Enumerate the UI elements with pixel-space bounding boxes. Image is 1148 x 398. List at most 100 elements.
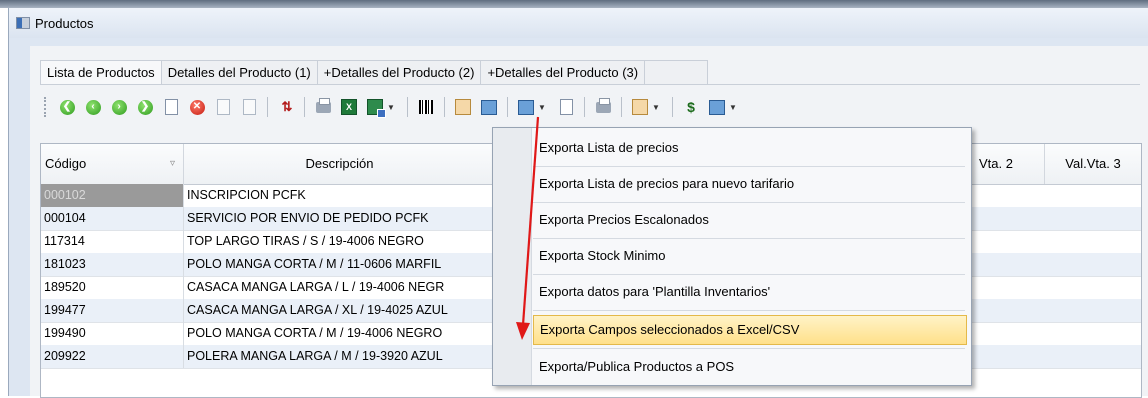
excel-button[interactable]: X [339, 97, 359, 117]
table-icon [481, 99, 497, 115]
excel-export-button[interactable] [365, 97, 386, 118]
toolbar-separator [267, 97, 268, 117]
window-app-icon [16, 17, 30, 29]
copy-icon [216, 99, 230, 115]
tab-detalles-2[interactable]: +Detalles del Producto (2) [316, 60, 482, 84]
first-icon: ❮ [59, 99, 75, 115]
cell-descripcion[interactable]: POLERA MANGA LARGA / M / 19-3920 AZUL [184, 345, 496, 368]
table-options-icon [709, 99, 725, 115]
menu-separator [533, 310, 965, 311]
toolbar-separator [672, 97, 673, 117]
first-button[interactable]: ❮ [57, 97, 77, 117]
cell-descripcion[interactable]: POLO MANGA CORTA / M / 19-4006 NEGRO [184, 322, 496, 345]
menu-item[interactable]: Exporta Lista de precios para nuevo tari… [533, 169, 967, 199]
price-icon: $ [687, 99, 695, 115]
menu-item[interactable]: Exporta/Publica Productos a POS [533, 352, 967, 382]
grid-icon [455, 99, 471, 115]
tab-detalles-3[interactable]: +Detalles del Producto (3) [480, 60, 646, 84]
cell-codigo[interactable]: 209922 [41, 345, 184, 368]
cell-codigo[interactable]: 199477 [41, 299, 184, 322]
tab-empty [644, 60, 709, 84]
cell-descripcion[interactable]: CASACA MANGA LARGA / XL / 19-4025 AZUL [184, 299, 496, 322]
cell-codigo[interactable]: 000104 [41, 207, 184, 230]
export-dropdown-menu: Exporta Lista de precios Exporta Lista de… [492, 127, 972, 386]
menu-separator [533, 166, 965, 167]
table-options-button[interactable] [707, 97, 727, 117]
excel-export-icon [367, 99, 386, 118]
print-icon [315, 97, 331, 113]
transfer-dropdown[interactable]: ▼ [538, 103, 546, 112]
chevron-down-icon: ▼ [729, 102, 737, 112]
filter-icon[interactable]: ▿ [170, 144, 175, 184]
excel-export-dropdown[interactable]: ▼ [387, 103, 395, 112]
price-button[interactable]: $ [681, 97, 701, 117]
cell-descripcion[interactable]: SERVICIO POR ENVIO DE PEDIDO PCFK [184, 207, 496, 230]
form-button[interactable] [556, 97, 576, 117]
column-header-descripcion[interactable]: Descripción [184, 144, 496, 184]
menu-separator [533, 202, 965, 203]
cell-codigo[interactable]: 117314 [41, 230, 184, 253]
delete-icon: ✕ [189, 99, 205, 115]
previous-button[interactable]: ‹ [83, 97, 103, 117]
cell-descripcion[interactable]: POLO MANGA CORTA / M / 11-0606 MARFIL [184, 253, 496, 276]
tab-lista-productos[interactable]: Lista de Productos [40, 60, 162, 85]
toolbar-separator [584, 97, 585, 117]
column-header-codigo[interactable]: Código ▿ [41, 144, 184, 184]
cell-codigo[interactable]: 199490 [41, 322, 184, 345]
search-dropdown[interactable]: ▼ [652, 103, 660, 112]
cell-descripcion[interactable]: INSCRIPCION PCFK [184, 184, 496, 207]
search-button[interactable] [630, 97, 650, 117]
previous-icon: ‹ [85, 99, 101, 115]
delete-button[interactable]: ✕ [187, 97, 207, 117]
new-button[interactable] [161, 97, 181, 117]
swap-icon: ⇅ [281, 99, 293, 114]
tab-bar: Lista de Productos Detalles del Producto… [40, 60, 709, 85]
cell-codigo[interactable]: 000102 [41, 184, 184, 207]
tool-icon [595, 97, 611, 113]
menu-item[interactable]: Exporta Lista de precios [533, 133, 967, 163]
copy-button[interactable] [213, 97, 233, 117]
tab-detalles-1[interactable]: Detalles del Producto (1) [160, 60, 318, 84]
toolbar-grip[interactable] [44, 97, 49, 117]
print-button[interactable] [313, 97, 333, 117]
barcode-icon [419, 100, 433, 114]
window-title: Productos [35, 16, 94, 31]
cell-descripcion[interactable]: CASACA MANGA LARGA / L / 19-4006 NEGR [184, 276, 496, 299]
transfer-button[interactable] [516, 97, 536, 117]
chevron-down-icon: ▼ [652, 102, 660, 112]
table-options-dropdown[interactable]: ▼ [729, 103, 737, 112]
paste-button[interactable] [239, 97, 259, 117]
grid-button[interactable] [453, 97, 473, 117]
menu-item[interactable]: Exporta datos para 'Plantilla Inventario… [533, 277, 967, 307]
toolbar-separator [444, 97, 445, 117]
form-icon [559, 99, 573, 115]
toolbar-separator [621, 97, 622, 117]
menu-item[interactable]: Exporta Campos seleccionados a Excel/CSV [533, 315, 967, 345]
tab-underline [40, 84, 1140, 85]
menu-item[interactable]: Exporta Stock Minimo [533, 241, 967, 271]
toolbar-separator [407, 97, 408, 117]
menu-separator [533, 238, 965, 239]
tool-button[interactable] [593, 97, 613, 117]
cell-descripcion[interactable]: TOP LARGO TIRAS / S / 19-4006 NEGRO [184, 230, 496, 253]
menu-icon-gutter [493, 128, 532, 385]
cell-codigo[interactable]: 181023 [41, 253, 184, 276]
chevron-down-icon: ▼ [538, 102, 546, 112]
toolbar: ❮ ‹ › ❯ ✕ ⇅ X ▼ ▼ ▼ $ ▼ [44, 93, 747, 121]
last-icon: ❯ [137, 99, 153, 115]
excel-icon: X [341, 99, 357, 115]
swap-button[interactable]: ⇅ [276, 97, 296, 117]
barcode-button[interactable] [416, 97, 436, 117]
next-button[interactable]: › [109, 97, 129, 117]
column-label-codigo: Código [45, 156, 87, 171]
paste-icon [242, 99, 256, 115]
menu-item[interactable]: Exporta Precios Escalonados [533, 205, 967, 235]
toolbar-separator [507, 97, 508, 117]
title-bar: Productos [9, 8, 1148, 38]
last-button[interactable]: ❯ [135, 97, 155, 117]
chevron-down-icon: ▼ [387, 102, 395, 112]
table-button[interactable] [479, 97, 499, 117]
cell-codigo[interactable]: 189520 [41, 276, 184, 299]
background-window-strip [0, 0, 1148, 8]
column-header-valvta3[interactable]: Val.Vta. 3 [1045, 144, 1141, 184]
